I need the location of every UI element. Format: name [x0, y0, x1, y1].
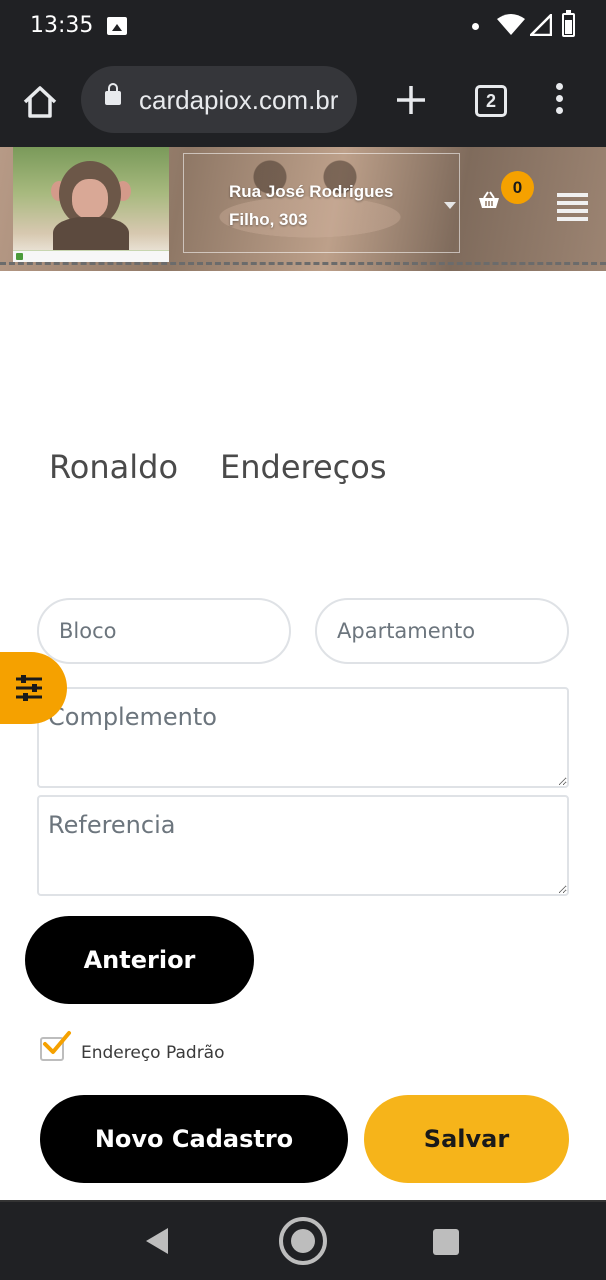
chevron-down-icon: [444, 202, 456, 209]
cart-count-badge: 0: [501, 171, 534, 204]
notification-dot-icon: [472, 23, 479, 30]
image-icon: [107, 17, 127, 35]
default-address-label: Endereço Padrão: [81, 1043, 225, 1063]
checkmark-icon: [43, 1031, 71, 1054]
address-line-1: Rua José Rodrigues: [229, 182, 394, 201]
cart-icon[interactable]: [478, 191, 500, 209]
store-logo[interactable]: [13, 147, 169, 262]
apartamento-input[interactable]: [315, 598, 569, 664]
address-line-2: Filho, 303: [229, 210, 308, 229]
status-bar: 13:35: [0, 0, 606, 54]
status-time: 13:35: [30, 13, 94, 38]
site-header: Rua José Rodrigues Filho, 303 0: [0, 147, 606, 271]
tab-addresses[interactable]: Endereços: [220, 448, 386, 486]
plus-icon[interactable]: [393, 82, 429, 118]
previous-button[interactable]: Anterior: [25, 916, 254, 1004]
home-circle-icon[interactable]: [279, 1217, 327, 1265]
tabs-icon[interactable]: 2: [475, 85, 507, 117]
complemento-textarea[interactable]: [37, 687, 569, 788]
save-button[interactable]: Salvar: [364, 1095, 569, 1183]
url-text: cardapiox.com.br: [139, 85, 339, 115]
recent-apps-icon[interactable]: [433, 1229, 459, 1255]
hamburger-icon[interactable]: [557, 193, 588, 221]
battery-icon: [562, 10, 575, 37]
address-bar[interactable]: cardapiox.com.br: [81, 66, 357, 133]
more-vert-icon[interactable]: [550, 83, 568, 119]
back-icon[interactable]: [146, 1228, 168, 1254]
delivery-address: Rua José Rodrigues Filho, 303: [229, 178, 419, 234]
bloco-input[interactable]: [37, 598, 291, 664]
tab-profile[interactable]: Ronaldo: [49, 448, 178, 486]
sliders-icon: [16, 675, 42, 701]
system-nav-bar: [0, 1200, 606, 1280]
lock-icon: [105, 83, 121, 105]
delivery-address-selector[interactable]: Rua José Rodrigues Filho, 303: [183, 153, 460, 253]
home-icon[interactable]: [20, 82, 60, 122]
new-register-button[interactable]: Novo Cadastro: [40, 1095, 348, 1183]
browser-toolbar: cardapiox.com.br 2: [0, 54, 606, 147]
signal-icon: [530, 14, 552, 36]
referencia-textarea[interactable]: [37, 795, 569, 896]
wifi-icon: [497, 14, 525, 35]
header-divider: [0, 262, 606, 265]
